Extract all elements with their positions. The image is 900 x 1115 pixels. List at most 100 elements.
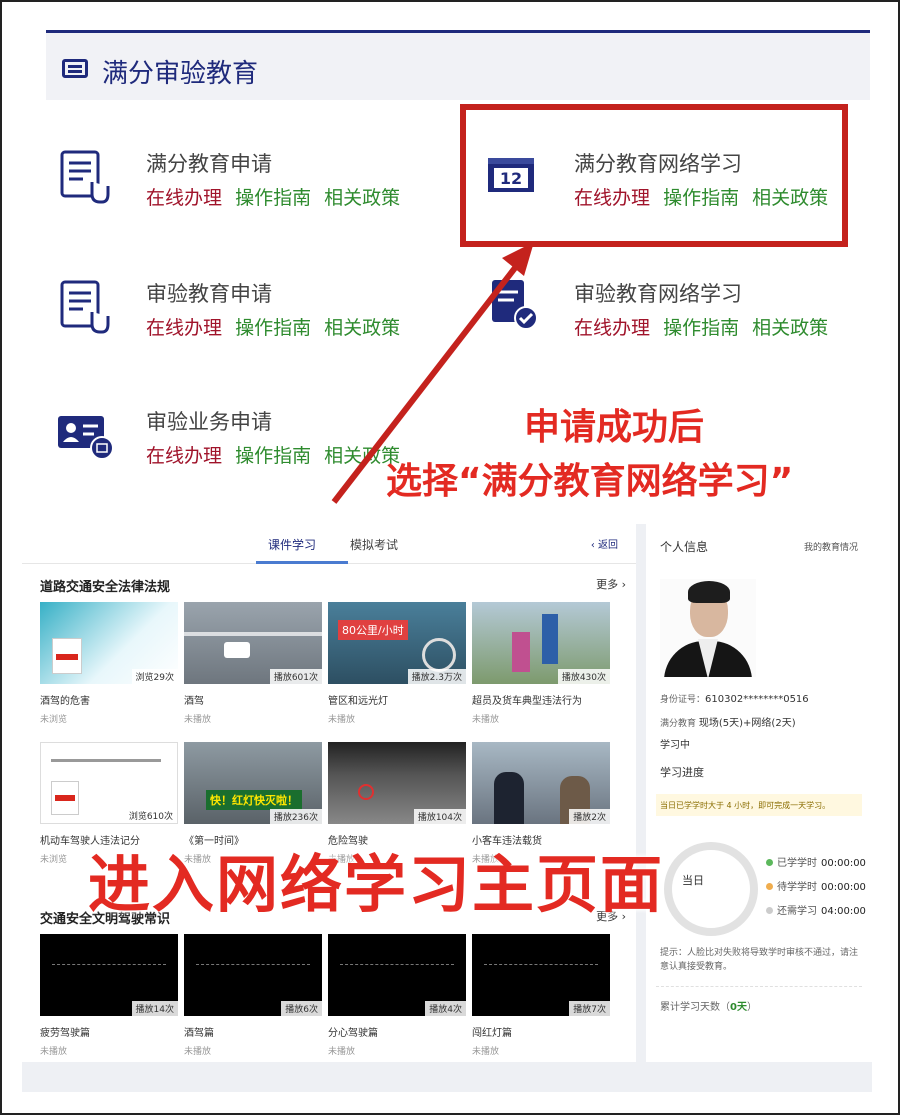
- personal-info-panel: 个人信息 我的教育情况 身份证号：610302********0516 满分教育…: [646, 524, 872, 1062]
- play-count: 播放14次: [131, 1001, 178, 1016]
- progress-title: 学习进度: [660, 766, 704, 779]
- online-handle-link[interactable]: 在线办理: [146, 445, 222, 467]
- course-thumbnail: 播放601次: [184, 602, 322, 684]
- course-title: 管区和远光灯: [328, 696, 388, 707]
- service-title: 满分教育申请: [146, 152, 272, 176]
- video-caption-line: [484, 964, 598, 966]
- course-status: 未播放: [184, 1047, 212, 1057]
- course-thumbnail: 80公里/小时 播放2.3万次: [328, 602, 466, 684]
- more-label: 更多: [596, 578, 619, 591]
- guide-link[interactable]: 操作指南: [235, 445, 311, 467]
- legend-dot-grey: [766, 907, 773, 914]
- edu-value: 现场(5天)+网络(2天): [698, 718, 796, 729]
- play-count: 播放236次: [269, 809, 322, 824]
- id-card-icon: [58, 416, 114, 460]
- course-card[interactable]: 播放601次 酒驾 未播放: [184, 602, 322, 725]
- doc-check-icon: [492, 280, 538, 330]
- course-title: 疲劳驾驶篇: [40, 1028, 90, 1039]
- days-value: 0天: [730, 1002, 747, 1013]
- road-marking: [184, 632, 322, 636]
- course-card[interactable]: 80公里/小时 播放2.3万次 管区和远光灯 未播放: [328, 602, 466, 725]
- course-card[interactable]: 浏览29次 酒驾的危害 未浏览: [40, 602, 178, 725]
- course-thumbnail: 播放6次: [184, 934, 322, 1016]
- speedometer-icon: [422, 638, 456, 672]
- policy-link[interactable]: 相关政策: [324, 187, 400, 209]
- legend-value: 04:00:00: [821, 906, 866, 917]
- my-education-link[interactable]: 我的教育情况: [804, 540, 858, 553]
- course-title: 闯红灯篇: [472, 1028, 512, 1039]
- id-number-row: 身份证号：610302********0516: [660, 694, 809, 705]
- online-handle-link[interactable]: 在线办理: [574, 317, 650, 339]
- course-thumbnail: 播放4次: [328, 934, 466, 1016]
- annotation-select-study: 选择“满分教育网络学习”: [386, 461, 794, 502]
- education-type-row: 满分教育 现场(5天)+网络(2天): [660, 714, 796, 729]
- online-handle-link[interactable]: 在线办理: [146, 187, 222, 209]
- id-value: 610302********0516: [705, 694, 809, 705]
- service-links: 在线办理 操作指南 相关政策: [574, 313, 835, 340]
- course-thumbnail: 播放14次: [40, 934, 178, 1016]
- officer-shape: [494, 772, 524, 824]
- course-status: 未播放: [328, 1047, 356, 1057]
- course-title: 超员及货车典型违法行为: [472, 696, 582, 707]
- course-thumbnail: 播放7次: [472, 934, 610, 1016]
- ring-label: 当日: [682, 874, 704, 887]
- course-thumbnail: 播放430次: [472, 602, 610, 684]
- policy-link[interactable]: 相关政策: [752, 317, 828, 339]
- play-count: 播放4次: [425, 1001, 466, 1016]
- course-thumbnail: 播放104次: [328, 742, 466, 824]
- course-title: 酒驾篇: [184, 1028, 214, 1039]
- course-title: 分心驾驶篇: [328, 1028, 378, 1039]
- id-label: 身份证号: [660, 695, 697, 705]
- play-count: 播放430次: [557, 669, 610, 684]
- legend-studied: 已学学时 00:00:00: [766, 854, 866, 869]
- course-card[interactable]: 播放14次 疲劳驾驶篇 未播放: [40, 934, 178, 1057]
- course-status: 未播放: [40, 1047, 68, 1057]
- avatar-hair: [688, 581, 730, 603]
- person-shape: [512, 632, 530, 672]
- course-status: 未播放: [472, 1047, 500, 1057]
- view-count: 浏览29次: [131, 669, 178, 684]
- tab-mock-exam[interactable]: 模拟考试: [350, 536, 398, 553]
- course-area: 课件学习 模拟考试 ‹ 返回 道路交通安全法律法规 更多 › 浏览29次 酒驾的…: [22, 524, 636, 1062]
- course-card[interactable]: 播放4次 分心驾驶篇 未播放: [328, 934, 466, 1057]
- legend-dot-orange: [766, 883, 773, 890]
- policy-link[interactable]: 相关政策: [324, 317, 400, 339]
- course-card[interactable]: 播放430次 超员及货车典型违法行为 未播放: [472, 602, 610, 725]
- days-label: 累计学习天数: [660, 1002, 720, 1013]
- play-count: 播放2次: [569, 809, 610, 824]
- course-title: 酒驾: [184, 696, 204, 707]
- course-card[interactable]: 播放6次 酒驾篇 未播放: [184, 934, 322, 1057]
- total-days-row: 累计学习天数（0天）: [660, 1002, 757, 1013]
- service-title: 审验教育网络学习: [574, 282, 742, 306]
- back-link[interactable]: ‹ 返回: [591, 536, 618, 551]
- course-status: 未播放: [184, 715, 212, 725]
- form-hand-icon: [60, 150, 110, 204]
- avatar: [660, 579, 756, 677]
- course-status: 未播放: [472, 715, 500, 725]
- online-handle-link[interactable]: 在线办理: [146, 317, 222, 339]
- service-title: 审验教育申请: [146, 282, 272, 306]
- more-link-laws[interactable]: 更多 ›: [596, 576, 626, 592]
- service-links: 在线办理 操作指南 相关政策: [146, 183, 407, 210]
- guide-link[interactable]: 操作指南: [663, 317, 739, 339]
- car-shape: [224, 642, 250, 658]
- course-thumbnail: 浏览610次: [40, 742, 178, 824]
- pdf-band: [55, 795, 75, 801]
- guide-link[interactable]: 操作指南: [235, 317, 311, 339]
- service-review-apply: 审验教育申请 在线办理 操作指南 相关政策: [58, 278, 458, 358]
- section-title-laws: 道路交通安全法律法规: [40, 580, 171, 595]
- play-count: 播放104次: [413, 809, 466, 824]
- progress-ring: [664, 842, 758, 936]
- course-card[interactable]: 播放7次 闯红灯篇 未播放: [472, 934, 610, 1057]
- legend-pending: 待学学时 00:00:00: [766, 878, 866, 893]
- form-hand-icon: [60, 280, 110, 334]
- tab-courseware[interactable]: 课件学习: [268, 536, 316, 553]
- video-caption-line: [340, 964, 454, 966]
- highlight-circle: [358, 784, 374, 800]
- guide-link[interactable]: 操作指南: [235, 187, 311, 209]
- course-thumbnail: 浏览29次: [40, 602, 178, 684]
- course-thumbnail: 播放2次: [472, 742, 610, 824]
- annotation-enter-home: 进入网络学习主页面: [88, 848, 665, 921]
- course-status: 未播放: [328, 715, 356, 725]
- service-review-online-study: 审验教育网络学习 在线办理 操作指南 相关政策: [486, 278, 886, 358]
